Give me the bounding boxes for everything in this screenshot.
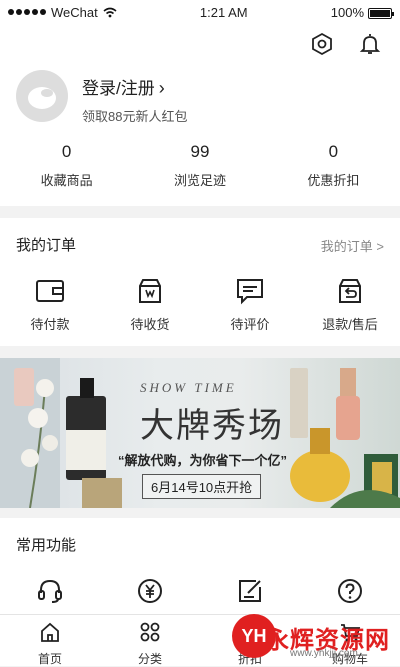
battery-group: 100% — [330, 4, 394, 20]
battery-icon — [368, 7, 394, 19]
tab-home[interactable]: 首页 — [0, 615, 100, 666]
common-title: 常用功能 — [16, 537, 77, 554]
tab-category[interactable]: 分类 — [100, 615, 200, 666]
stat-coupons[interactable]: 0 优惠折扣 — [267, 142, 400, 189]
edit-icon — [239, 580, 261, 602]
order-label: 待收货 — [130, 317, 170, 332]
watermark-url: www.yhkjjj.com — [290, 648, 358, 659]
feedback-button[interactable] — [200, 576, 300, 606]
chevron-right-icon: › — [158, 78, 165, 98]
settings-icon[interactable] — [310, 32, 334, 56]
clock: 1:21 AM — [199, 4, 248, 20]
signal-icon — [8, 9, 46, 15]
tab-label: 首页 — [37, 652, 62, 666]
stat-number: 99 — [190, 142, 210, 161]
stats-row: 0 收藏商品 99 浏览足迹 0 优惠折扣 — [0, 142, 400, 189]
bell-icon[interactable] — [358, 32, 382, 56]
headset-icon — [38, 579, 62, 603]
help-icon — [338, 579, 362, 603]
refund-icon — [339, 279, 361, 303]
wallet-icon — [36, 280, 64, 302]
order-label: 待评价 — [230, 317, 270, 332]
order-label: 退款/售后 — [322, 317, 378, 332]
new-user-promo[interactable]: 领取88元新人红包 — [82, 106, 187, 125]
orders-row: 待付款 待收货 待评价 退款/售后 — [0, 276, 400, 333]
stat-number: 0 — [328, 142, 339, 161]
banner-show-time: SHOW TIME — [140, 380, 237, 395]
order-pending-receipt[interactable]: 待收货 — [100, 276, 200, 333]
status-bar: WeChat 1:21 AM 100% — [0, 0, 400, 24]
yen-icon — [138, 579, 162, 603]
stat-favorites[interactable]: 0 收藏商品 — [0, 142, 133, 189]
order-pending-review[interactable]: 待评价 — [200, 276, 300, 333]
carrier-name: WeChat — [51, 4, 98, 20]
banner-date-badge: 6月14号10点开抢 — [142, 474, 262, 499]
stat-label: 优惠折扣 — [307, 173, 360, 188]
comment-icon — [237, 279, 263, 305]
help-button[interactable] — [300, 576, 400, 606]
top-actions — [310, 32, 382, 56]
grid-icon — [140, 622, 160, 642]
order-label: 待付款 — [30, 317, 70, 332]
profile-card: 登录/注册 › 领取88元新人红包 0 收藏商品 99 浏览足迹 0 优惠折扣 — [0, 24, 400, 206]
battery-level: 100% — [330, 4, 364, 20]
avatar-placeholder-icon — [28, 87, 56, 109]
box-icon — [139, 279, 161, 303]
banner-headline: 大牌秀场 — [140, 407, 284, 445]
order-refund[interactable]: 退款/售后 — [300, 276, 400, 333]
stat-label: 浏览足迹 — [173, 173, 226, 188]
home-icon — [41, 622, 59, 642]
stat-history[interactable]: 99 浏览足迹 — [133, 142, 266, 189]
order-pending-payment[interactable]: 待付款 — [0, 276, 100, 333]
wallet-function-button[interactable] — [100, 576, 200, 606]
orders-title: 我的订单 — [16, 237, 77, 254]
wifi-icon — [103, 7, 117, 17]
login-register-link[interactable]: 登录/注册 › — [82, 74, 165, 99]
avatar[interactable] — [16, 70, 68, 122]
orders-more-link[interactable]: 我的订单 > — [321, 236, 384, 255]
tab-label: 分类 — [137, 652, 162, 666]
banner-slogan: “解放代购，为你省下一个亿” — [118, 453, 288, 468]
promo-banner[interactable]: SHOW TIME 大牌秀场 “解放代购，为你省下一个亿” 6月14号10点开抢 — [0, 358, 400, 508]
stat-label: 收藏商品 — [40, 173, 93, 188]
login-label: 登录/注册 — [82, 79, 155, 98]
orders-section: 我的订单 我的订单 > 待付款 待收货 待评价 退款/售后 — [0, 218, 400, 346]
common-row — [0, 576, 400, 606]
stat-number: 0 — [61, 142, 72, 161]
carrier-group: WeChat — [8, 5, 117, 20]
customer-service-button[interactable] — [0, 576, 100, 606]
